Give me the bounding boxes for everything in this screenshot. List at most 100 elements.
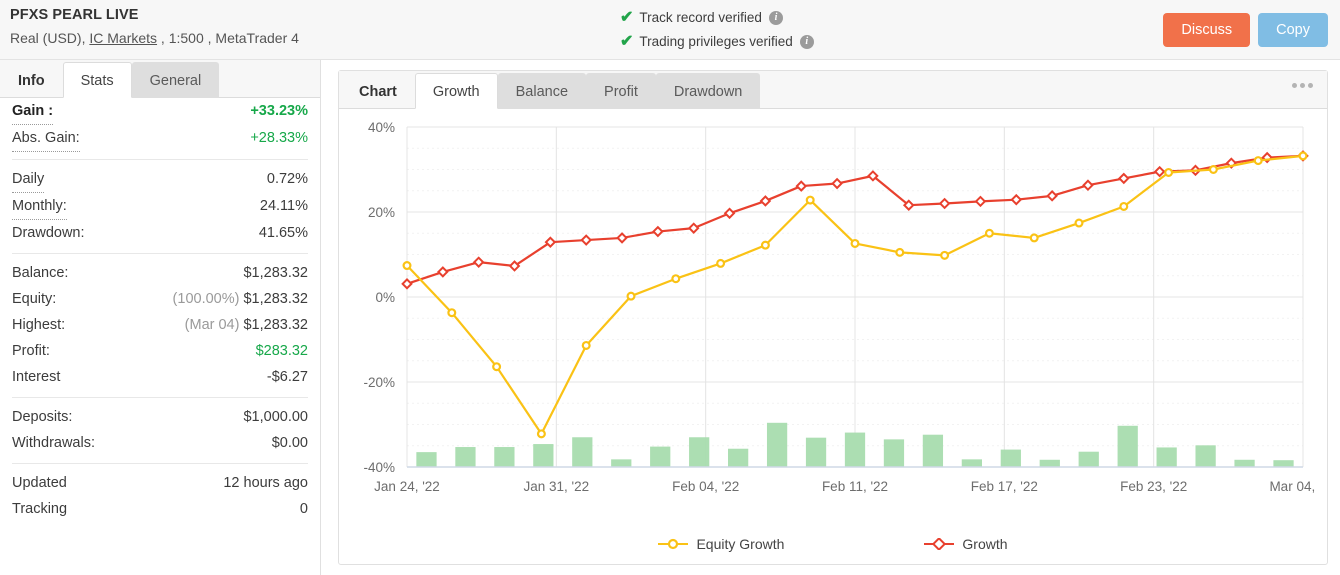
stat-label: Daily — [12, 166, 45, 193]
data-point — [447, 308, 457, 318]
stat-value: 12 hours ago — [223, 475, 308, 491]
data-point — [895, 247, 905, 257]
account-details: Real (USD), IC Markets , 1:500 , MetaTra… — [10, 27, 299, 49]
stat-row: Deposits: $1,000.00 — [12, 404, 308, 430]
data-point — [402, 261, 412, 271]
bar — [844, 432, 866, 467]
chart-tabs: Chart Growth Balance Profit Drawdown — [339, 71, 1327, 109]
info-icon[interactable]: i — [768, 11, 783, 25]
stat-label: Tracking — [12, 501, 68, 517]
data-point — [940, 250, 950, 260]
y-axis-tick-label: 20% — [368, 205, 395, 220]
data-point — [984, 228, 994, 238]
stat-row: Withdrawals: $0.00 — [12, 430, 308, 456]
tab-chart[interactable]: Chart — [341, 73, 415, 109]
page-body: Info Stats General Gain : +33.23% Abs. Gai… — [0, 60, 1340, 575]
stat-label: Interest — [12, 369, 61, 385]
info-icon[interactable]: i — [799, 35, 814, 49]
bar — [1117, 425, 1138, 467]
tab-drawdown[interactable]: Drawdown — [655, 73, 761, 109]
check-icon: ✔ — [620, 9, 634, 26]
legend-marker-diamond-icon — [924, 538, 955, 550]
account-leverage-platform: , 1:500 , MetaTrader 4 — [157, 30, 299, 46]
stat-label: Drawdown: — [12, 225, 85, 241]
more-options-icon[interactable] — [1292, 83, 1313, 88]
x-axis-tick-label: Feb 17, '22 — [971, 479, 1038, 494]
tab-general[interactable]: General — [131, 62, 220, 98]
tab-info[interactable]: Info — [0, 62, 63, 98]
bar — [1078, 451, 1099, 467]
tab-profit[interactable]: Profit — [586, 73, 656, 109]
stat-label: Equity: — [12, 291, 57, 307]
stat-value: $283.32 — [255, 343, 308, 359]
stat-label: Deposits: — [12, 409, 73, 425]
copy-button[interactable]: Copy — [1258, 13, 1328, 47]
bar — [1000, 449, 1021, 467]
bar — [805, 437, 827, 467]
tab-balance[interactable]: Balance — [497, 73, 587, 109]
stat-value: 41.65% — [258, 225, 308, 241]
bar — [961, 459, 982, 467]
stat-row: Tracking 0 — [12, 496, 308, 522]
bar — [1039, 459, 1060, 467]
stat-label: Monthly: — [12, 193, 67, 220]
data-point — [492, 362, 502, 372]
y-axis-tick-label: -40% — [363, 460, 395, 475]
stat-row: Monthly: 24.11% — [12, 193, 308, 220]
x-axis-tick-label: Mar 04, '22 — [1269, 479, 1317, 494]
data-point — [1298, 151, 1308, 161]
bar — [416, 452, 437, 467]
stat-row: Gain : +33.23% — [12, 98, 308, 125]
legend-growth[interactable]: Growth — [924, 536, 1008, 552]
data-point — [1074, 218, 1084, 228]
verification-label: Trading privileges verified — [639, 34, 793, 49]
verification-trading-privileges: ✔ Trading privileges verified i — [620, 31, 814, 53]
stat-row: Updated 12 hours ago — [12, 470, 308, 496]
data-point — [581, 340, 591, 350]
stat-row: Drawdown: 41.65% — [12, 220, 308, 246]
stats-divider — [12, 253, 308, 254]
bar — [611, 459, 632, 467]
stats-sidebar: Info Stats General Gain : +33.23% Abs. Gai… — [0, 60, 321, 575]
broker-link[interactable]: IC Markets — [89, 30, 157, 46]
stat-label: Highest: — [12, 317, 66, 333]
stat-value-note: (100.00%) — [172, 291, 244, 307]
stat-value: +28.33% — [250, 130, 308, 146]
legend-label: Growth — [962, 536, 1008, 552]
data-point — [1029, 233, 1039, 243]
data-point — [1164, 167, 1174, 177]
stat-value: +33.23% — [250, 103, 308, 119]
stat-label: Balance: — [12, 265, 69, 281]
check-icon: ✔ — [620, 33, 634, 50]
stat-value: $0.00 — [271, 435, 308, 451]
stats-divider — [12, 159, 308, 160]
chart-card: Chart Growth Balance Profit Drawdown -40… — [338, 70, 1328, 565]
stat-value: (100.00%) $1,283.32 — [172, 291, 308, 307]
data-point — [760, 240, 770, 250]
bar — [766, 422, 788, 467]
data-point — [1208, 164, 1218, 174]
bar — [533, 444, 554, 467]
bar — [494, 447, 515, 467]
discuss-button[interactable]: Discuss — [1163, 13, 1251, 47]
legend-equity-growth[interactable]: Equity Growth — [658, 536, 784, 552]
tab-growth[interactable]: Growth — [414, 73, 498, 109]
y-axis-tick-label: 40% — [368, 120, 395, 135]
x-axis-tick-label: Jan 24, '22 — [374, 479, 440, 494]
stat-value: 24.11% — [259, 198, 308, 214]
data-point — [671, 274, 681, 284]
stat-row: Daily 0.72% — [12, 166, 308, 193]
stat-row: Highest: (Mar 04) $1,283.32 — [12, 312, 308, 338]
stat-value: 0.72% — [266, 171, 308, 187]
bar — [922, 434, 944, 467]
stat-value: $1,283.32 — [243, 265, 308, 281]
x-axis-tick-label: Feb 23, '22 — [1120, 479, 1187, 494]
tab-stats[interactable]: Stats — [62, 62, 132, 98]
bar — [650, 446, 671, 467]
bar — [728, 448, 749, 467]
data-point — [805, 195, 815, 205]
bar — [1156, 447, 1177, 467]
stat-row: Equity: (100.00%) $1,283.32 — [12, 286, 308, 312]
page-header: PFXS PEARL LIVE Real (USD), IC Markets ,… — [0, 0, 1340, 60]
verification-block: ✔ Track record verified i ✔ Trading priv… — [620, 7, 814, 55]
